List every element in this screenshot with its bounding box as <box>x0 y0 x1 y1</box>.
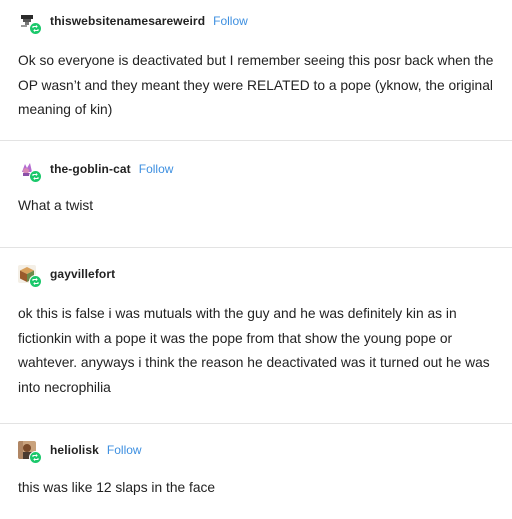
follow-button[interactable]: Follow <box>139 162 174 176</box>
username[interactable]: the-goblin-cat <box>50 162 131 176</box>
follow-button[interactable]: Follow <box>107 443 142 457</box>
post-header: gayvillefort <box>0 263 512 288</box>
post-text: What a twist <box>18 198 94 213</box>
post-text: this was like 12 slaps in the face <box>18 480 216 495</box>
avatar[interactable] <box>18 12 42 35</box>
reblog-post: the-goblin-cat Follow What a twist <box>0 158 512 248</box>
username[interactable]: heliolisk <box>50 443 99 457</box>
reblog-post: gayvillefort ok this is false i was mutu… <box>0 263 512 424</box>
avatar[interactable] <box>18 160 42 183</box>
post-header: heliolisk Follow <box>0 439 512 464</box>
post-text: ok this is false i was mutuals with the … <box>18 306 490 395</box>
reblog-post: heliolisk Follow this was like 12 slaps … <box>0 439 512 519</box>
post-header: the-goblin-cat Follow <box>0 158 512 183</box>
reblog-post: thiswebsitenamesareweird Follow Ok so ev… <box>0 10 512 141</box>
avatar[interactable] <box>18 441 42 464</box>
reblog-thread: thiswebsitenamesareweird Follow Ok so ev… <box>0 10 512 519</box>
post-header: thiswebsitenamesareweird Follow <box>0 10 512 35</box>
post-text: Ok so everyone is deactivated but I reme… <box>18 53 494 117</box>
avatar[interactable] <box>18 265 42 288</box>
reblog-badge-icon <box>29 22 42 35</box>
reblog-badge-icon <box>29 451 42 464</box>
username[interactable]: thiswebsitenamesareweird <box>50 14 205 28</box>
username[interactable]: gayvillefort <box>50 267 115 281</box>
reblog-badge-icon <box>29 275 42 288</box>
follow-button[interactable]: Follow <box>213 14 248 28</box>
reblog-badge-icon <box>29 170 42 183</box>
